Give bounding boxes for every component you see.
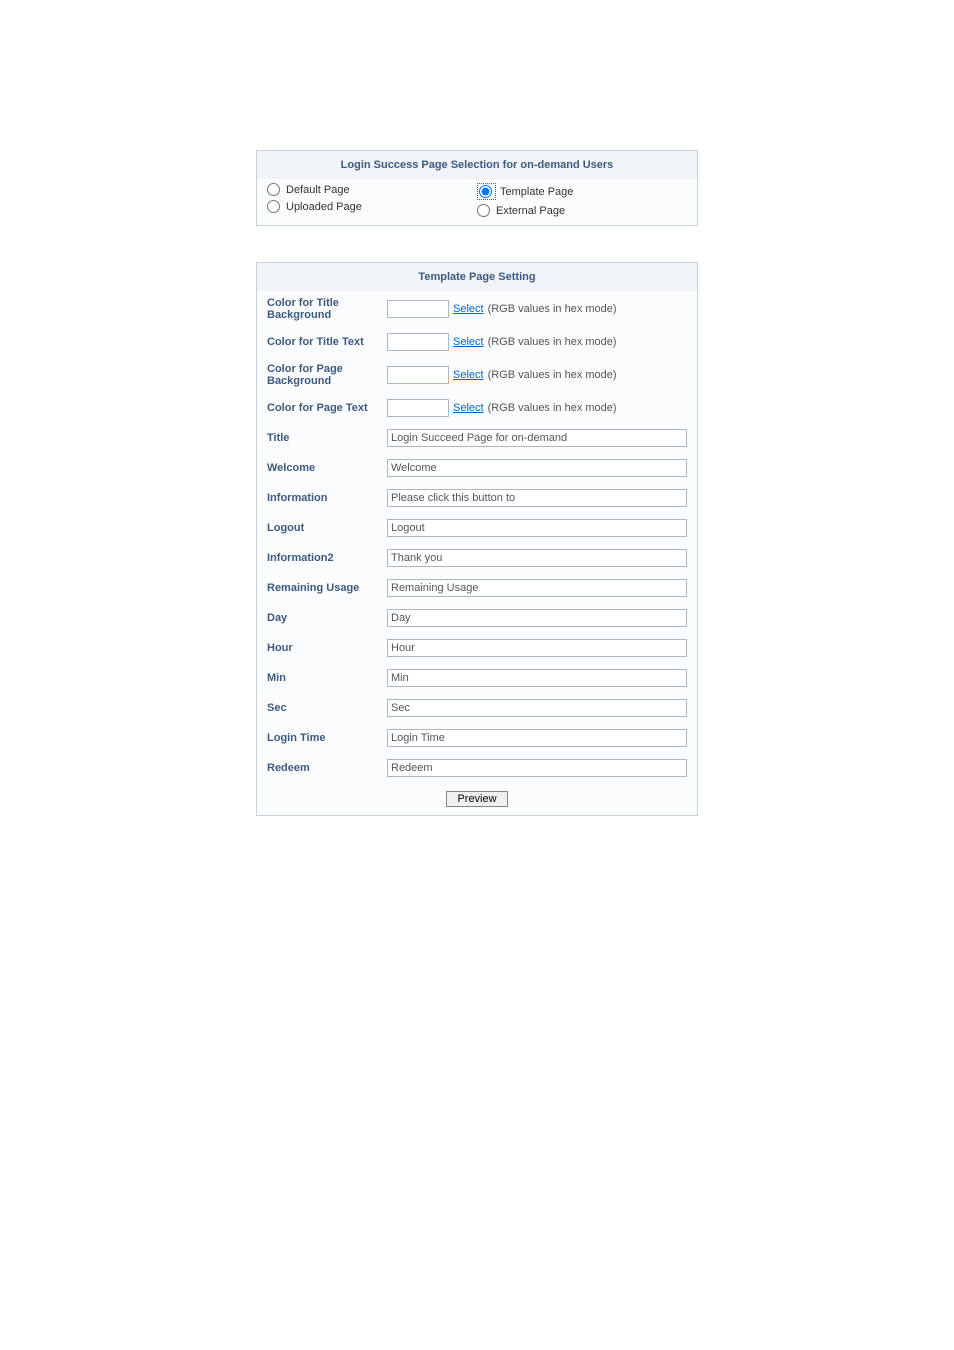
swatch-title-bg[interactable]: [387, 300, 449, 318]
label-logout: Logout: [267, 522, 387, 534]
select-link-page-text[interactable]: Select: [453, 402, 484, 414]
radio-grid: Default Page Uploaded Page Template Page…: [257, 179, 697, 225]
row-welcome: Welcome: [257, 453, 697, 483]
radio-external-page[interactable]: External Page: [477, 204, 687, 217]
preview-button[interactable]: Preview: [446, 791, 507, 807]
label-day: Day: [267, 612, 387, 624]
radio-template-label: Template Page: [500, 186, 573, 198]
row-title: Title: [257, 423, 697, 453]
radio-uploaded-input[interactable]: [267, 200, 280, 213]
radio-template-input[interactable]: [479, 185, 492, 198]
radio-external-label: External Page: [496, 205, 565, 217]
label-redeem: Redeem: [267, 762, 387, 774]
swatch-page-text[interactable]: [387, 399, 449, 417]
row-hour: Hour: [257, 633, 697, 663]
label-login-time: Login Time: [267, 732, 387, 744]
select-link-page-bg[interactable]: Select: [453, 369, 484, 381]
swatch-title-text[interactable]: [387, 333, 449, 351]
row-logout: Logout: [257, 513, 697, 543]
input-min[interactable]: [387, 669, 687, 687]
label-hour: Hour: [267, 642, 387, 654]
hint-title-text: (RGB values in hex mode): [488, 336, 617, 348]
label-information2: Information2: [267, 552, 387, 564]
input-title[interactable]: [387, 429, 687, 447]
hint-page-text: (RGB values in hex mode): [488, 402, 617, 414]
input-remaining-usage[interactable]: [387, 579, 687, 597]
radio-default-page[interactable]: Default Page: [267, 183, 477, 196]
row-color-title-text: Color for Title Text Select (RGB values …: [257, 327, 697, 357]
hint-page-bg: (RGB values in hex mode): [488, 369, 617, 381]
label-welcome: Welcome: [267, 462, 387, 474]
radio-external-input[interactable]: [477, 204, 490, 217]
radio-template-page[interactable]: Template Page: [477, 183, 687, 200]
label-title: Title: [267, 432, 387, 444]
input-logout[interactable]: [387, 519, 687, 537]
input-information[interactable]: [387, 489, 687, 507]
input-hour[interactable]: [387, 639, 687, 657]
preview-row: Preview: [257, 783, 697, 815]
hint-title-bg: (RGB values in hex mode): [488, 303, 617, 315]
row-remaining-usage: Remaining Usage: [257, 573, 697, 603]
row-redeem: Redeem: [257, 753, 697, 783]
row-information: Information: [257, 483, 697, 513]
row-min: Min: [257, 663, 697, 693]
row-sec: Sec: [257, 693, 697, 723]
selection-panel-title: Login Success Page Selection for on-dema…: [257, 151, 697, 179]
row-color-page-bg: Color for Page Background Select (RGB va…: [257, 357, 697, 393]
input-welcome[interactable]: [387, 459, 687, 477]
label-min: Min: [267, 672, 387, 684]
template-panel-title: Template Page Setting: [257, 263, 697, 291]
label-color-page-text: Color for Page Text: [267, 402, 387, 414]
radio-default-input[interactable]: [267, 183, 280, 196]
row-day: Day: [257, 603, 697, 633]
input-information2[interactable]: [387, 549, 687, 567]
label-color-title-text: Color for Title Text: [267, 336, 387, 348]
input-redeem[interactable]: [387, 759, 687, 777]
label-sec: Sec: [267, 702, 387, 714]
row-information2: Information2: [257, 543, 697, 573]
swatch-page-bg[interactable]: [387, 366, 449, 384]
row-login-time: Login Time: [257, 723, 697, 753]
select-link-title-bg[interactable]: Select: [453, 303, 484, 315]
input-login-time[interactable]: [387, 729, 687, 747]
radio-uploaded-page[interactable]: Uploaded Page: [267, 200, 477, 213]
radio-default-label: Default Page: [286, 184, 350, 196]
input-sec[interactable]: [387, 699, 687, 717]
radio-uploaded-label: Uploaded Page: [286, 201, 362, 213]
input-day[interactable]: [387, 609, 687, 627]
select-link-title-text[interactable]: Select: [453, 336, 484, 348]
label-remaining-usage: Remaining Usage: [267, 582, 387, 594]
template-settings-panel: Template Page Setting Color for Title Ba…: [256, 262, 698, 816]
row-color-title-bg: Color for Title Background Select (RGB v…: [257, 291, 697, 327]
label-color-page-bg: Color for Page Background: [267, 363, 387, 387]
label-information: Information: [267, 492, 387, 504]
label-color-title-bg: Color for Title Background: [267, 297, 387, 321]
selection-panel: Login Success Page Selection for on-dema…: [256, 150, 698, 226]
row-color-page-text: Color for Page Text Select (RGB values i…: [257, 393, 697, 423]
